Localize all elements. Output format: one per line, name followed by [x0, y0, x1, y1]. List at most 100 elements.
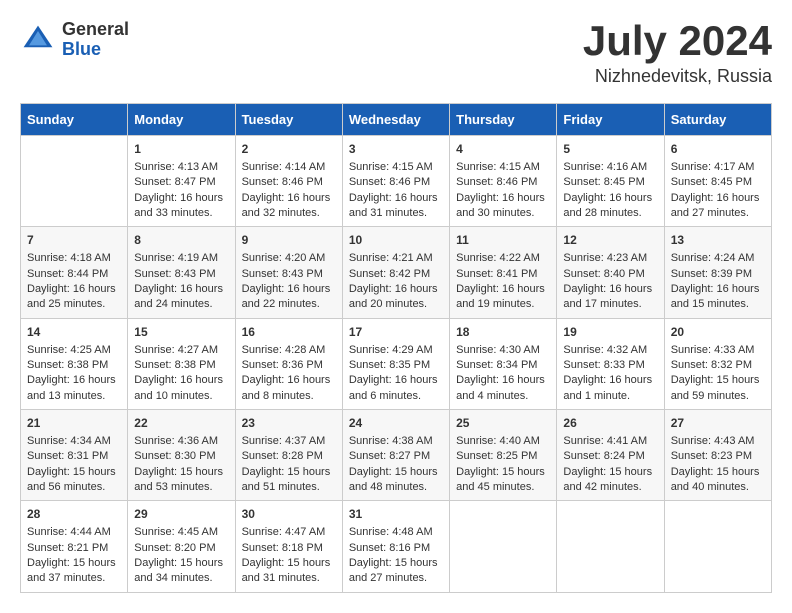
cell-content: Daylight: 15 hours	[349, 465, 443, 480]
cell-content: Sunset: 8:42 PM	[349, 267, 443, 282]
calendar-cell: 23Sunrise: 4:37 AMSunset: 8:28 PMDayligh…	[235, 410, 342, 501]
cell-content: and 22 minutes.	[242, 297, 336, 312]
cell-content: Sunrise: 4:29 AM	[349, 343, 443, 358]
cell-content: Daylight: 16 hours	[563, 373, 657, 388]
cell-content: Sunrise: 4:27 AM	[134, 343, 228, 358]
cell-content: Daylight: 15 hours	[242, 556, 336, 571]
calendar-cell: 17Sunrise: 4:29 AMSunset: 8:35 PMDayligh…	[342, 318, 449, 409]
col-header-friday: Friday	[557, 104, 664, 136]
cell-content: Sunrise: 4:34 AM	[27, 434, 121, 449]
cell-content: Sunset: 8:47 PM	[134, 175, 228, 190]
cell-content: Daylight: 15 hours	[563, 465, 657, 480]
cell-content: Sunset: 8:31 PM	[27, 449, 121, 464]
cell-content: Sunset: 8:39 PM	[671, 267, 765, 282]
calendar-cell: 28Sunrise: 4:44 AMSunset: 8:21 PMDayligh…	[21, 501, 128, 592]
calendar-week-row: 28 Sunrise: 4:44 AMSunset: 8:21 PM Dayligh…	[21, 501, 772, 592]
cell-content: and 13 minutes.	[27, 389, 121, 404]
cell-content: and 28 minutes.	[563, 206, 657, 221]
cell-content: Daylight: 15 hours	[27, 465, 121, 480]
cell-content: and 42 minutes.	[563, 480, 657, 495]
cell-content: Sunrise: 4:40 AM	[456, 434, 550, 449]
calendar-cell: 20Sunrise: 4:33 AMSunset: 8:32 PMDayligh…	[664, 318, 771, 409]
cell-content: and 8 minutes.	[242, 389, 336, 404]
day-number: 26	[563, 415, 657, 432]
calendar-cell: 14Sunrise: 4:25 AMSunset: 8:38 PMDayligh…	[21, 318, 128, 409]
cell-content: Daylight: 15 hours	[456, 465, 550, 480]
calendar-week-row: 7Sunrise: 4:18 AMSunset: 8:44 PMDaylight…	[21, 227, 772, 318]
cell-content: and 40 minutes.	[671, 480, 765, 495]
cell-content: and 27 minutes.	[349, 571, 443, 586]
calendar-cell: 12Sunrise: 4:23 AMSunset: 8:40 PMDayligh…	[557, 227, 664, 318]
cell-content: Sunrise: 4:23 AM	[563, 251, 657, 266]
day-number: 22	[134, 415, 228, 432]
cell-content: and 45 minutes.	[456, 480, 550, 495]
day-number: 24	[349, 415, 443, 432]
cell-content: Sunrise: 4:47 AM	[242, 525, 336, 540]
calendar-cell: 24 Sunrise: 4:38 AMSunset: 8:27 PMDayligh…	[342, 410, 449, 501]
cell-content: Sunset: 8:28 PM	[242, 449, 336, 464]
cell-content: Sunset: 8:45 PM	[671, 175, 765, 190]
col-header-tuesday: Tuesday	[235, 104, 342, 136]
cell-content: Sunset: 8:46 PM	[349, 175, 443, 190]
cell-content: Daylight: 16 hours	[27, 373, 121, 388]
cell-content: Sunset: 8:20 PM	[134, 541, 228, 556]
calendar-cell: 9Sunrise: 4:20 AMSunset: 8:43 PMDaylight…	[235, 227, 342, 318]
cell-content: Daylight: 16 hours	[242, 373, 336, 388]
calendar-cell: 22Sunrise: 4:36 AMSunset: 8:30 PMDayligh…	[128, 410, 235, 501]
cell-content: Sunrise: 4:16 AM	[563, 160, 657, 175]
cell-content: Sunset: 8:27 PM	[349, 449, 443, 464]
cell-content: Sunrise: 4:18 AM	[27, 251, 121, 266]
day-number: 25	[456, 415, 550, 432]
cell-content: Daylight: 15 hours	[671, 373, 765, 388]
day-number: 6	[671, 141, 765, 158]
day-number: 29	[134, 506, 228, 523]
calendar-cell: 3Sunrise: 4:15 AMSunset: 8:46 PMDaylight…	[342, 136, 449, 227]
cell-content: Sunset: 8:45 PM	[563, 175, 657, 190]
cell-content: Daylight: 16 hours	[563, 282, 657, 297]
cell-content: and 27 minutes.	[671, 206, 765, 221]
cell-content: Sunrise: 4:30 AM	[456, 343, 550, 358]
cell-content: Sunrise: 4:13 AM	[134, 160, 228, 175]
cell-content: Daylight: 16 hours	[134, 191, 228, 206]
day-number: 9	[242, 232, 336, 249]
day-number: 20	[671, 324, 765, 341]
cell-content: and 33 minutes.	[134, 206, 228, 221]
day-number: 28	[27, 506, 121, 523]
cell-content: Sunrise: 4:15 AM	[456, 160, 550, 175]
calendar-table: SundayMondayTuesdayWednesdayThursdayFrid…	[20, 103, 772, 593]
calendar-cell: 30Sunrise: 4:47 AMSunset: 8:18 PMDayligh…	[235, 501, 342, 592]
cell-content: Sunrise: 4:36 AM	[134, 434, 228, 449]
calendar-cell: 7Sunrise: 4:18 AMSunset: 8:44 PMDaylight…	[21, 227, 128, 318]
cell-content: Sunrise: 4:15 AM	[349, 160, 443, 175]
cell-content: Sunrise: 4:20 AM	[242, 251, 336, 266]
cell-content: Sunset: 8:24 PM	[563, 449, 657, 464]
calendar-cell: 1Sunrise: 4:13 AMSunset: 8:47 PMDaylight…	[128, 136, 235, 227]
day-number: 13	[671, 232, 765, 249]
cell-content: Sunrise: 4:19 AM	[134, 251, 228, 266]
cell-content: Daylight: 15 hours	[671, 465, 765, 480]
cell-content: Daylight: 16 hours	[456, 373, 550, 388]
day-number: 11	[456, 232, 550, 249]
cell-content: and 25 minutes.	[27, 297, 121, 312]
cell-content: Sunset: 8:21 PM	[27, 541, 121, 556]
cell-content: and 51 minutes.	[242, 480, 336, 495]
logo-icon	[20, 22, 56, 58]
cell-content: and 6 minutes.	[349, 389, 443, 404]
cell-content: and 24 minutes.	[134, 297, 228, 312]
cell-content: and 48 minutes.	[349, 480, 443, 495]
cell-content: Sunset: 8:46 PM	[242, 175, 336, 190]
day-number: 12	[563, 232, 657, 249]
cell-content: Sunset: 8:33 PM	[563, 358, 657, 373]
cell-content: Sunrise: 4:44 AM	[27, 525, 121, 540]
logo-text: General Blue	[62, 20, 129, 60]
location-title: Nizhnedevitsk, Russia	[583, 66, 772, 87]
day-number: 18	[456, 324, 550, 341]
day-number: 8	[134, 232, 228, 249]
calendar-cell: 8Sunrise: 4:19 AMSunset: 8:43 PMDaylight…	[128, 227, 235, 318]
cell-content: Sunrise: 4:41 AM	[563, 434, 657, 449]
cell-content: Daylight: 16 hours	[242, 282, 336, 297]
day-number: 7	[27, 232, 121, 249]
cell-content: Sunrise: 4:38 AM	[349, 434, 443, 449]
day-number: 30	[242, 506, 336, 523]
col-header-sunday: Sunday	[21, 104, 128, 136]
